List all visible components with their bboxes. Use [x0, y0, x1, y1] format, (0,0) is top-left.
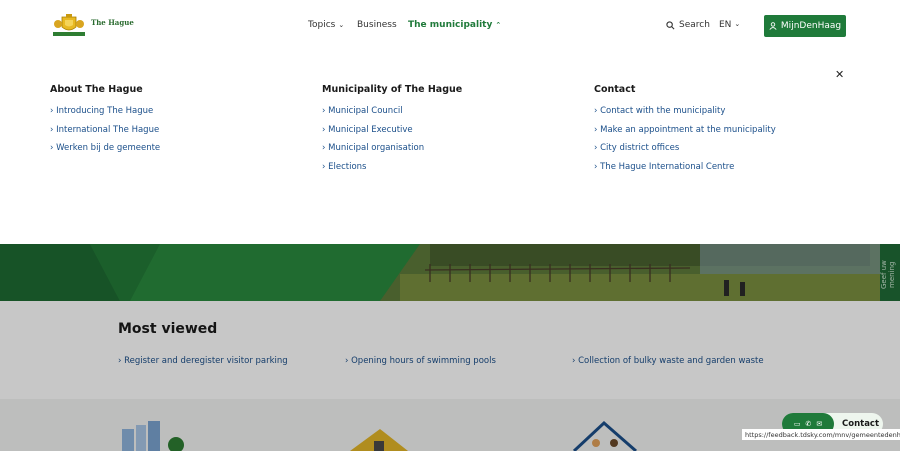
menu-heading: About The Hague — [50, 84, 143, 95]
menu-link[interactable]: › Introducing The Hague — [50, 106, 160, 117]
logo-text[interactable]: The Hague — [91, 18, 134, 27]
mijndenhaag-label: MijnDenHaag — [780, 21, 842, 31]
menu-column-municipality: Municipality of The Hague › Municipal Co… — [322, 84, 462, 180]
chevron-down-icon: ⌄ — [338, 21, 345, 29]
most-viewed-title: Most viewed — [118, 321, 218, 337]
house-icon — [350, 429, 408, 451]
phone-icon: ✆ — [805, 420, 812, 428]
search-icon — [666, 20, 675, 29]
nav-topics[interactable]: Topics ⌄ — [308, 20, 344, 30]
chat-icon: ▭ — [793, 420, 801, 428]
user-icon — [769, 22, 777, 30]
family-home-icon — [572, 420, 637, 451]
nav-topics-label: Topics — [308, 20, 336, 30]
illustration-band — [0, 399, 900, 451]
nav-municipality-label: The municipality — [408, 20, 493, 30]
menu-heading: Municipality of The Hague — [322, 84, 463, 95]
search-label: Search — [679, 20, 710, 30]
menu-column-contact: Contact › Contact with the municipality … — [594, 84, 776, 180]
site-header: The Hague Topics ⌄ Business The municipa… — [0, 0, 900, 52]
menu-link[interactable]: › Municipal Council — [322, 106, 462, 117]
city-buildings-icon — [122, 421, 184, 451]
mijndenhaag-button[interactable]: MijnDenHaag — [764, 15, 846, 37]
menu-link[interactable]: › Elections — [322, 162, 462, 173]
municipality-mega-menu: ✕ About The Hague › Introducing The Hagu… — [0, 52, 900, 244]
nav-business[interactable]: Business — [357, 20, 397, 30]
menu-link[interactable]: › The Hague International Centre — [594, 162, 776, 173]
most-viewed-link[interactable]: › Register and deregister visitor parkin… — [118, 356, 288, 366]
language-selector[interactable]: EN ⌄ — [719, 20, 740, 30]
contact-label: Contact — [842, 419, 880, 429]
close-icon[interactable]: ✕ — [835, 68, 844, 81]
most-viewed-link[interactable]: › Opening hours of swimming pools — [345, 356, 496, 366]
hero-image — [0, 244, 900, 301]
menu-link[interactable]: › Municipal organisation — [322, 143, 462, 154]
search-button[interactable]: Search — [666, 20, 710, 30]
status-bar-url: https://feedback.tdsky.com/mnv/gemeented… — [742, 429, 900, 440]
nav-the-municipality[interactable]: The municipality ⌃ — [408, 20, 501, 30]
menu-link[interactable]: › City district offices — [594, 143, 776, 154]
nav-business-label: Business — [357, 20, 397, 30]
mail-icon: ✉ — [816, 420, 823, 428]
menu-link[interactable]: › Municipal Executive — [322, 125, 462, 136]
menu-heading: Contact — [594, 84, 636, 95]
chevron-down-icon: ⌄ — [734, 20, 741, 28]
menu-link[interactable]: › Contact with the municipality — [594, 106, 776, 117]
most-viewed-link[interactable]: › Collection of bulky waste and garden w… — [572, 356, 764, 366]
menu-column-about: About The Hague › Introducing The Hague … — [50, 84, 160, 162]
city-crest-logo[interactable] — [52, 13, 86, 37]
language-label: EN — [719, 20, 732, 30]
menu-link[interactable]: › Make an appointment at the municipalit… — [594, 125, 776, 136]
menu-link[interactable]: › Werken bij de gemeente — [50, 143, 160, 154]
menu-link[interactable]: › International The Hague — [50, 125, 160, 136]
chevron-up-icon: ⌃ — [495, 21, 502, 29]
feedback-tab[interactable]: Geef uw mening — [880, 244, 900, 306]
